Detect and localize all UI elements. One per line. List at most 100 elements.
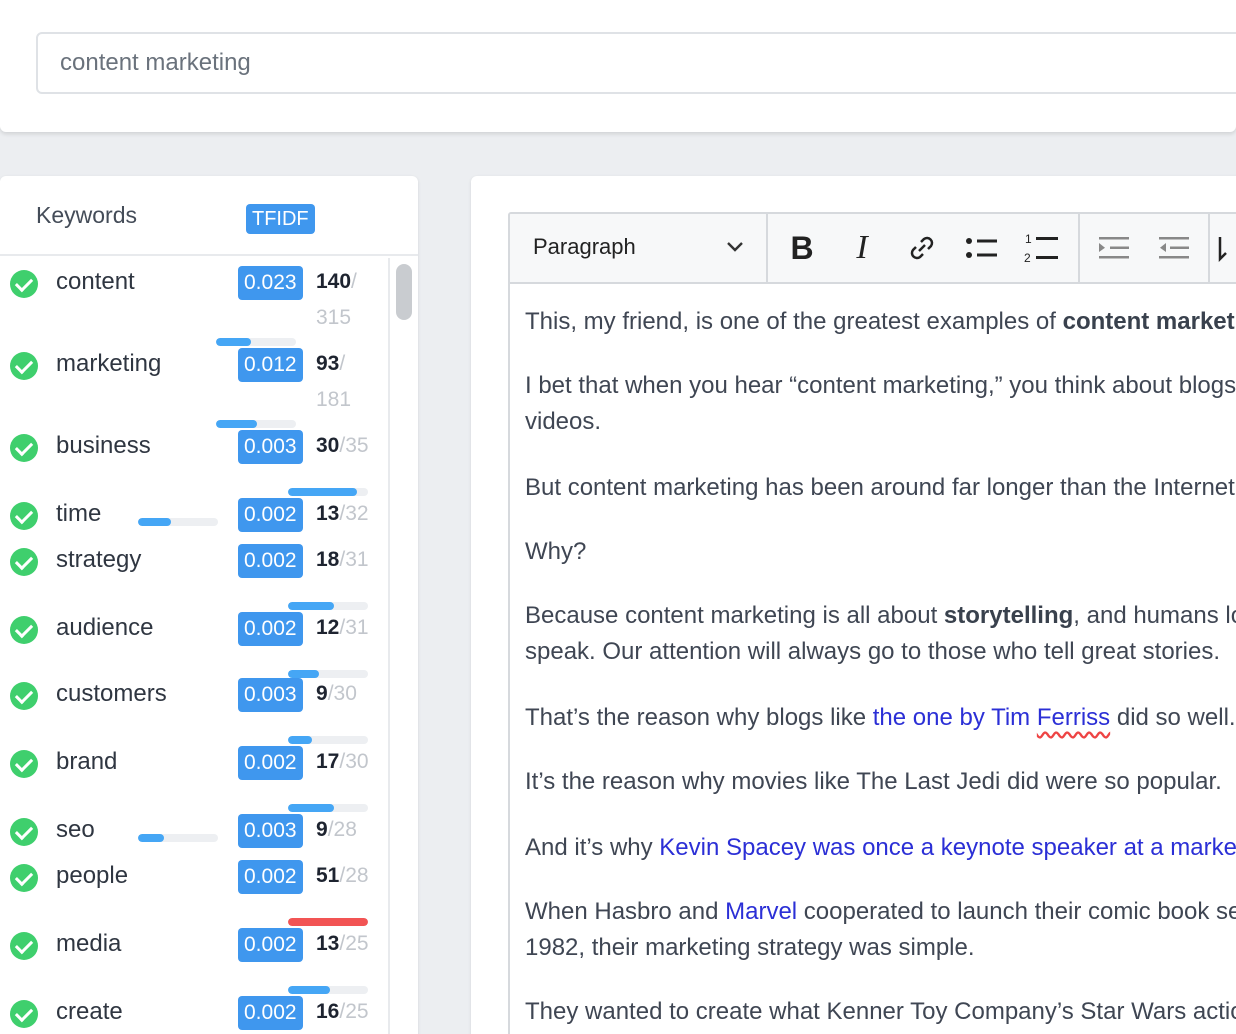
block-format-label: Paragraph <box>533 234 636 259</box>
tfidf-score-badge: 0.002 <box>238 498 303 532</box>
keyword-progress-fill <box>288 986 330 994</box>
target-count: 32 <box>345 502 369 525</box>
keyword-list: content 0.023 140/315 marketing 0.012 93/181 b… <box>0 258 390 1034</box>
keywords-title: Keywords <box>36 202 137 228</box>
current-count: 18 <box>316 548 340 571</box>
italic-icon: I <box>856 229 868 266</box>
keyword-progress-bar <box>288 986 368 994</box>
bulleted-list-icon <box>966 238 997 258</box>
keyword-list-scrollbar[interactable] <box>388 258 390 1034</box>
current-count: 16 <box>316 1000 340 1023</box>
paragraph: And it’s why Kevin Spacey was once a key… <box>525 830 1236 866</box>
numbered-list-icon: 12 <box>1024 232 1058 265</box>
italic-button[interactable]: I <box>832 214 892 282</box>
keyword-list-scroll-thumb[interactable] <box>396 264 412 320</box>
paragraph: 1982, their marketing strategy was simpl… <box>525 934 975 961</box>
keyword-progress-bar <box>288 736 368 744</box>
numbered-list-button[interactable]: 12 <box>1012 214 1072 282</box>
keyword-label: time <box>56 500 102 527</box>
keyword-row[interactable]: people 0.002 51/28 <box>0 860 390 926</box>
keyword-label: audience <box>56 614 154 641</box>
target-count: 31 <box>345 616 369 639</box>
keyword-row[interactable]: business 0.003 30/35 <box>0 430 390 496</box>
target-count: 315 <box>316 306 352 329</box>
target-count: 28 <box>345 864 369 887</box>
paragraph: It’s the reason why movies like The Last… <box>525 768 1222 795</box>
keyword-row[interactable]: audience 0.002 12/31 <box>0 612 390 678</box>
keyword-row[interactable]: content 0.023 140/ 315 <box>0 266 390 346</box>
toolbar-divider <box>1208 214 1210 282</box>
link-button[interactable] <box>892 214 952 282</box>
check-circle-icon <box>10 548 38 576</box>
current-count: 9 <box>316 818 328 841</box>
target-count: 181 <box>316 388 352 411</box>
paragraph: They wanted to create what Kenner Toy Co… <box>525 998 1236 1025</box>
check-circle-icon <box>10 1000 38 1028</box>
check-circle-icon <box>10 750 38 778</box>
keyword-count: 13/32 <box>316 502 369 526</box>
target-count: 28 <box>333 818 357 841</box>
block-format-select[interactable]: Paragraph <box>510 214 768 282</box>
tfidf-badge[interactable]: TFIDF <box>246 204 315 234</box>
image-icon <box>1218 237 1227 262</box>
kevin-spacey-link[interactable]: Kevin Spacey was once a keynote speaker … <box>659 834 1236 861</box>
tfidf-score-badge: 0.012 <box>238 348 303 382</box>
outdent-button[interactable] <box>1144 214 1204 282</box>
keyword-progress-fill <box>138 834 164 842</box>
bold-icon: B <box>790 229 814 266</box>
keyword-row[interactable]: create 0.002 16/25 <box>0 996 390 1034</box>
paragraph: When Hasbro and Marvel cooperated to lau… <box>525 898 1236 925</box>
target-count: 30 <box>345 750 369 773</box>
keyword-label: marketing <box>56 350 162 377</box>
search-card <box>0 0 1236 132</box>
keyword-count: 18/31 <box>316 548 369 572</box>
keyword-row[interactable]: strategy 0.002 18/31 <box>0 544 390 610</box>
keywords-panel: Keywords TFIDF content 0.023 140/315 market… <box>0 176 418 1034</box>
tim-ferriss-link[interactable]: the one by Tim Ferriss <box>873 704 1110 731</box>
bulleted-list-button[interactable] <box>952 214 1012 282</box>
check-circle-icon <box>10 616 38 644</box>
paragraph: But content marketing has been around fa… <box>525 474 1236 501</box>
keyword-progress-bar <box>216 420 296 428</box>
keyword-count: 16/25 <box>316 1000 369 1024</box>
keyword-progress-fill <box>288 670 320 678</box>
keyword-progress-fill <box>138 518 171 526</box>
keyword-count: 30/35 <box>316 434 369 458</box>
keyword-progress-bar <box>138 834 218 842</box>
keyword-label: content <box>56 268 135 295</box>
keyword-progress-bar <box>288 602 368 610</box>
keyword-label: strategy <box>56 546 142 573</box>
current-count: 9 <box>316 682 328 705</box>
keyword-progress-fill <box>216 420 257 428</box>
keyword-progress-bar <box>216 338 296 346</box>
keyword-label: brand <box>56 748 118 775</box>
more-button[interactable] <box>1214 214 1236 282</box>
keyword-label: media <box>56 930 122 957</box>
indent-button[interactable] <box>1084 214 1144 282</box>
bold-button[interactable]: B <box>772 214 832 282</box>
check-circle-icon <box>10 864 38 892</box>
keyword-progress-fill <box>288 602 335 610</box>
keyword-row[interactable]: marketing 0.012 93/ 181 <box>0 348 390 428</box>
paragraph: This, my friend, is one of the greatest … <box>525 304 1236 340</box>
keyword-count: 51/28 <box>316 864 369 888</box>
target-count: 35 <box>345 434 369 457</box>
current-count: 13 <box>316 932 340 955</box>
paragraph: Because content marketing is all about s… <box>525 602 1236 629</box>
keyword-row[interactable]: media 0.002 13/25 <box>0 928 390 994</box>
check-circle-icon <box>10 434 38 462</box>
svg-text:1: 1 <box>1025 232 1032 246</box>
spellcheck-word[interactable]: Ferriss <box>1037 704 1110 731</box>
search-input[interactable] <box>36 32 1236 94</box>
keyword-row[interactable]: brand 0.002 17/30 <box>0 746 390 812</box>
marvel-link[interactable]: Marvel <box>725 898 797 925</box>
target-count: 30 <box>333 682 357 705</box>
paragraph: speak. Our attention will always go to t… <box>525 638 1221 665</box>
keyword-row[interactable]: customers 0.003 9/30 <box>0 678 390 744</box>
keyword-count: 9/28 <box>316 818 357 842</box>
current-count: 13 <box>316 502 340 525</box>
keyword-count: 17/30 <box>316 750 369 774</box>
keyword-count: 9/30 <box>316 682 357 706</box>
keyword-progress-fill <box>288 736 312 744</box>
keyword-progress-bar <box>288 670 368 678</box>
